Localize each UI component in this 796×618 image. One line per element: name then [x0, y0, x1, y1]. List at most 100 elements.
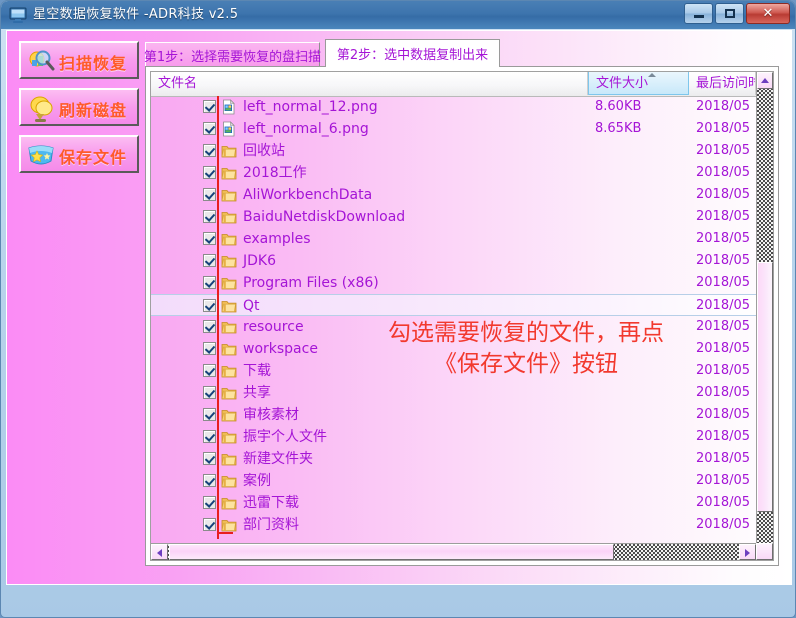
column-header-filesize[interactable]: 文件大小 [588, 72, 689, 95]
row-checkbox[interactable] [203, 364, 216, 377]
table-row[interactable]: resource 2018/05 [151, 316, 758, 338]
row-filename: 迅雷下载 [243, 495, 299, 511]
row-checkbox[interactable] [203, 408, 216, 421]
row-checkbox[interactable] [203, 210, 216, 223]
row-checkbox[interactable] [203, 430, 216, 443]
vertical-scrollbar[interactable] [756, 72, 773, 560]
table-row[interactable]: AliWorkbenchData 2018/05 [151, 184, 758, 206]
table-row[interactable]: examples 2018/05 [151, 228, 758, 250]
folder-icon [221, 319, 237, 335]
tab-step1[interactable]: 第1步：选择需要恢复的盘扫描 [144, 42, 321, 67]
row-lastaccess: 2018/05 [696, 209, 751, 224]
table-row[interactable]: 下载 2018/05 [151, 360, 758, 382]
row-filename: 部门资料 [243, 517, 299, 533]
scan-recover-button[interactable]: 扫描恢复 [19, 41, 139, 79]
table-row[interactable]: 2018工作 2018/05 [151, 162, 758, 184]
row-checkbox[interactable] [203, 386, 216, 399]
row-filename: AliWorkbenchData [243, 187, 373, 203]
table-row[interactable]: 案例 2018/05 [151, 470, 758, 492]
save-file-label: 保存文件 [59, 148, 128, 167]
row-checkbox[interactable] [203, 276, 216, 289]
png-file-icon [221, 121, 237, 137]
scroll-up-button[interactable] [757, 72, 773, 89]
row-filename: BaiduNetdiskDownload [243, 209, 406, 225]
table-row[interactable]: 共享 2018/05 [151, 382, 758, 404]
row-checkbox[interactable] [203, 299, 216, 312]
tab-step2[interactable]: 第2步：选中数据复制出来 [325, 39, 500, 67]
refresh-disk-button[interactable]: 刷新磁盘 [19, 88, 139, 126]
table-row[interactable]: 回收站 2018/05 [151, 140, 758, 162]
row-lastaccess: 2018/05 [696, 143, 751, 158]
row-checkbox[interactable] [203, 232, 216, 245]
row-checkbox[interactable] [203, 320, 216, 333]
row-checkbox[interactable] [203, 188, 216, 201]
table-row[interactable]: left_normal_6.png 8.65KB 2018/05 [151, 118, 758, 140]
folder-icon [221, 429, 237, 445]
table-row[interactable]: BaiduNetdiskDownload 2018/05 [151, 206, 758, 228]
minimize-button[interactable] [684, 3, 713, 24]
table-row[interactable]: workspace 2018/05 [151, 338, 758, 360]
scroll-left-button[interactable] [151, 544, 168, 560]
row-filename: 回收站 [243, 143, 285, 159]
row-checkbox[interactable] [203, 496, 216, 509]
maximize-button[interactable] [715, 3, 744, 24]
table-row[interactable]: left_normal_12.png 8.60KB 2018/05 [151, 96, 758, 118]
folder-icon [221, 209, 237, 225]
folder-icon [221, 517, 237, 533]
scrollbar-corner [756, 543, 773, 560]
row-checkbox[interactable] [203, 100, 216, 113]
save-file-button[interactable]: 保存文件 [19, 135, 139, 173]
row-checkbox[interactable] [203, 254, 216, 267]
row-filename: resource [243, 319, 304, 335]
sort-ascending-icon [648, 73, 656, 77]
table-row[interactable]: Program Files (x86) 2018/05 [151, 272, 758, 294]
horizontal-scrollbar[interactable] [151, 543, 756, 560]
column-header-filesize-label: 文件大小 [596, 76, 649, 91]
row-lastaccess: 2018/05 [696, 451, 751, 466]
folder-icon [221, 385, 237, 401]
row-checkbox[interactable] [203, 166, 216, 179]
row-lastaccess: 2018/05 [696, 341, 751, 356]
application-window: 星空数据恢复软件 -ADR科技 v2.5 ✕ 扫描恢复 刷新磁盘 保存文件 第1… [0, 0, 796, 618]
row-filename: 下载 [243, 363, 271, 379]
row-checkbox[interactable] [203, 474, 216, 487]
row-filename: 新建文件夹 [243, 451, 313, 467]
row-lastaccess: 2018/05 [696, 319, 751, 334]
scroll-right-button[interactable] [739, 544, 756, 560]
folder-icon [221, 165, 237, 181]
row-lastaccess: 2018/05 [696, 275, 751, 290]
row-filename: 共享 [243, 385, 271, 401]
row-checkbox[interactable] [203, 452, 216, 465]
client-area: 扫描恢复 刷新磁盘 保存文件 第1步：选择需要恢复的盘扫描 第2步：选中数据复制… [6, 30, 792, 585]
file-list-rows[interactable]: left_normal_12.png 8.60KB 2018/05 left_norm… [151, 96, 758, 539]
row-checkbox[interactable] [203, 342, 216, 355]
table-row[interactable]: JDK6 2018/05 [151, 250, 758, 272]
table-row[interactable]: 审核素材 2018/05 [151, 404, 758, 426]
file-list-inner: 文件名 文件大小 最后访问时 left_normal_12.png 8.60KB 2… [150, 71, 774, 561]
scan-recover-label: 扫描恢复 [59, 54, 128, 73]
table-row[interactable]: 新建文件夹 2018/05 [151, 448, 758, 470]
magnifier-scan-icon [26, 47, 56, 77]
row-filename: 振宇个人文件 [243, 429, 327, 445]
folder-icon [221, 275, 237, 291]
table-row[interactable]: 部门资料 2018/05 [151, 514, 758, 536]
file-list-panel: 文件名 文件大小 最后访问时 left_normal_12.png 8.60KB 2… [145, 66, 779, 566]
row-checkbox[interactable] [203, 122, 216, 135]
folder-icon [221, 187, 237, 203]
tab-step2-label: 第2步：选中数据复制出来 [336, 48, 489, 63]
row-filename: workspace [243, 341, 318, 357]
row-lastaccess: 2018/05 [696, 253, 751, 268]
folder-icon [221, 495, 237, 511]
horizontal-scrollbar-thumb[interactable] [169, 544, 614, 560]
table-row[interactable]: 振宇个人文件 2018/05 [151, 426, 758, 448]
column-header-filename-label: 文件名 [158, 76, 198, 91]
row-lastaccess: 2018/05 [696, 165, 751, 180]
row-checkbox[interactable] [203, 518, 216, 531]
close-button[interactable]: ✕ [746, 3, 790, 24]
table-row[interactable]: Qt 2018/05 [151, 294, 758, 316]
table-row[interactable]: 迅雷下载 2018/05 [151, 492, 758, 514]
column-header-filename[interactable]: 文件名 [151, 72, 588, 95]
row-lastaccess: 2018/05 [696, 385, 751, 400]
row-checkbox[interactable] [203, 144, 216, 157]
vertical-scrollbar-thumb[interactable] [757, 262, 773, 512]
